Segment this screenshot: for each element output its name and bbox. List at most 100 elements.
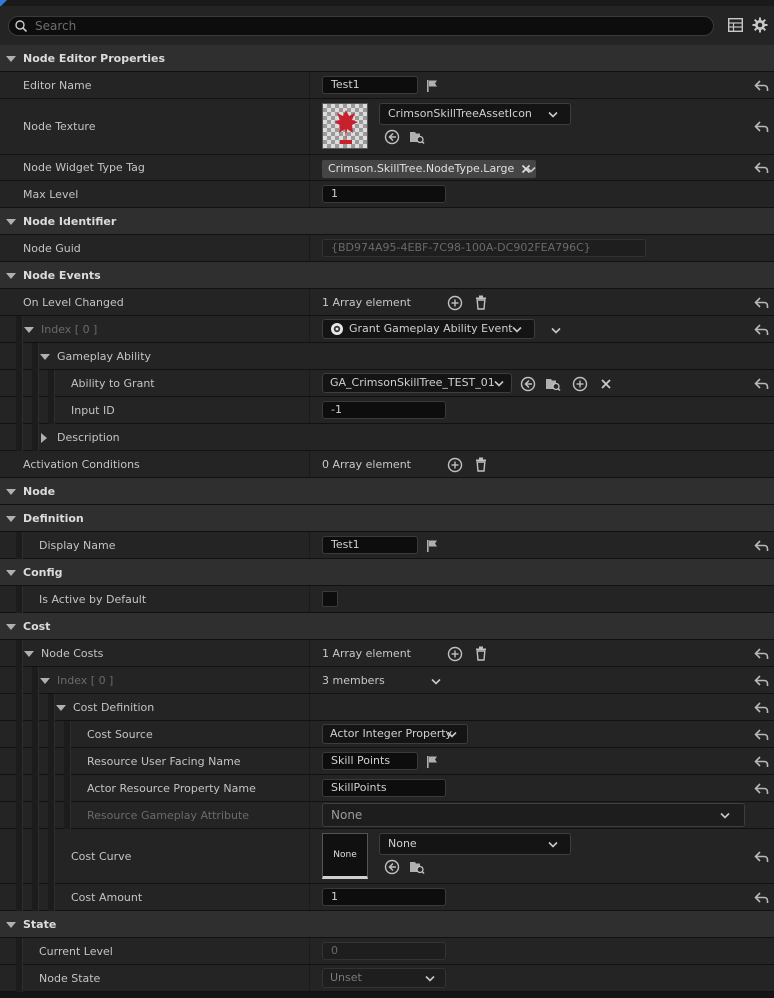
property-label: Node State [39, 971, 101, 985]
reset-to-default-icon[interactable] [754, 120, 769, 134]
reset-to-default-icon[interactable] [754, 701, 769, 715]
category-label: Config [23, 565, 63, 579]
cost-source-combo[interactable]: Actor Integer Property [322, 724, 468, 744]
asset-picker-combo[interactable]: CrimsonSkillTreeAssetIcon [379, 103, 571, 125]
reset-to-default-icon[interactable] [754, 161, 769, 175]
property-label: Description [57, 430, 120, 444]
indent-guide [32, 829, 39, 884]
cost-amount-field[interactable]: 1 [322, 888, 446, 906]
expander-arrow-icon[interactable] [40, 353, 50, 360]
indent-guide [16, 343, 23, 370]
clear-array-icon[interactable] [474, 646, 488, 662]
localization-flag-icon[interactable] [426, 79, 440, 93]
indent-guide [32, 397, 39, 424]
reset-to-default-icon[interactable] [754, 539, 769, 553]
expander-arrow-icon[interactable] [6, 488, 16, 495]
gameplay-attribute-combo[interactable]: None [322, 803, 745, 827]
ability-class-combo[interactable]: GA_CrimsonSkillTree_TEST_01 [322, 373, 512, 393]
reset-to-default-icon[interactable] [754, 850, 769, 864]
active-by-default-checkbox[interactable] [322, 591, 338, 607]
column-divider [309, 938, 310, 964]
property-label: Cost Source [87, 727, 153, 741]
gear-icon[interactable] [752, 17, 768, 33]
members-chevron-icon[interactable] [431, 678, 441, 685]
expander-arrow-icon[interactable] [24, 326, 34, 333]
property-row-display-name: Display Name Test1 [0, 532, 774, 559]
reset-to-default-icon[interactable] [754, 674, 769, 688]
gameplay-tag-chip[interactable]: Crimson.SkillTree.NodeType.Large [322, 160, 537, 178]
event-type-combo[interactable]: Grant Gameplay Ability Event [322, 319, 535, 339]
expander-arrow-icon[interactable] [6, 272, 16, 279]
search-input[interactable] [35, 18, 695, 34]
property-label: Editor Name [23, 78, 92, 92]
property-row-cost-amount: Cost Amount 1 [0, 884, 774, 911]
asset-thumbnail[interactable] [322, 103, 368, 149]
column-divider [309, 775, 310, 801]
indent-guide [16, 884, 23, 911]
indent-guide [16, 802, 23, 829]
tag-menu-chevron-icon[interactable] [526, 166, 536, 173]
asset-thumbnail[interactable]: None [322, 833, 368, 879]
category-cost: Cost [0, 613, 774, 640]
clear-array-icon[interactable] [474, 457, 488, 473]
new-class-icon[interactable] [572, 376, 588, 392]
resource-user-facing-name-field[interactable]: Skill Points [322, 752, 418, 770]
property-label: Resource Gameplay Attribute [87, 808, 250, 822]
search-icon [15, 20, 27, 32]
clear-class-icon[interactable] [600, 378, 612, 390]
expander-arrow-icon[interactable] [24, 650, 34, 657]
expander-arrow-icon[interactable] [6, 569, 16, 576]
collapsed-arrow-icon[interactable] [41, 432, 47, 443]
expander-arrow-icon[interactable] [6, 515, 16, 522]
asset-picker-combo[interactable]: None [379, 833, 571, 855]
reset-to-default-icon[interactable] [754, 296, 769, 310]
add-element-icon[interactable] [447, 646, 463, 662]
column-divider [309, 884, 310, 910]
localization-flag-icon[interactable] [426, 539, 440, 553]
localization-flag-icon[interactable] [426, 755, 440, 769]
clear-array-icon[interactable] [474, 295, 488, 311]
expander-arrow-icon[interactable] [56, 704, 66, 711]
add-element-icon[interactable] [447, 295, 463, 311]
reset-to-default-icon[interactable] [754, 323, 769, 337]
property-label: Cost Curve [71, 849, 132, 863]
asset-name: CrimsonSkillTreeAssetIcon [388, 107, 532, 120]
element-menu-chevron-icon[interactable] [551, 327, 561, 334]
browse-asset-icon[interactable] [409, 129, 425, 145]
reset-to-default-icon[interactable] [754, 79, 769, 93]
chevron-down-icon [447, 731, 457, 738]
reset-to-default-icon[interactable] [754, 647, 769, 661]
property-label: Display Name [39, 538, 116, 552]
table-view-icon[interactable] [728, 18, 743, 32]
event-type-name: Grant Gameplay Ability Event [349, 322, 513, 335]
node-state-value: Unset [330, 971, 362, 984]
expander-arrow-icon[interactable] [6, 218, 16, 225]
reset-to-default-icon[interactable] [754, 728, 769, 742]
editor-name-field[interactable]: Test1 [322, 76, 418, 94]
reset-to-default-icon[interactable] [754, 891, 769, 905]
reset-to-default-icon[interactable] [754, 755, 769, 769]
indent-guide [48, 694, 55, 721]
use-selected-asset-icon[interactable] [384, 129, 400, 145]
input-id-field[interactable]: -1 [322, 401, 446, 419]
expander-arrow-icon[interactable] [6, 55, 16, 62]
use-selected-class-icon[interactable] [520, 376, 536, 392]
search-box[interactable] [8, 16, 714, 36]
column-divider [309, 721, 310, 747]
use-selected-asset-icon[interactable] [384, 859, 400, 875]
reset-to-default-icon[interactable] [754, 782, 769, 796]
max-level-field[interactable]: 1 [322, 185, 446, 203]
display-name-field[interactable]: Test1 [322, 536, 418, 554]
category-node-editor-properties: Node Editor Properties [0, 45, 774, 72]
expander-arrow-icon[interactable] [40, 677, 50, 684]
browse-asset-icon[interactable] [409, 859, 425, 875]
add-element-icon[interactable] [447, 457, 463, 473]
expander-arrow-icon[interactable] [6, 623, 16, 630]
reset-to-default-icon[interactable] [754, 377, 769, 391]
thumbnail-label: None [333, 850, 357, 860]
column-divider [309, 370, 310, 396]
property-row-index-0: Index [ 0 ] Grant Gameplay Ability Event [0, 316, 774, 343]
browse-class-icon[interactable] [545, 376, 561, 392]
actor-resource-property-name-field[interactable]: SkillPoints [322, 779, 446, 797]
expander-arrow-icon[interactable] [6, 921, 16, 928]
